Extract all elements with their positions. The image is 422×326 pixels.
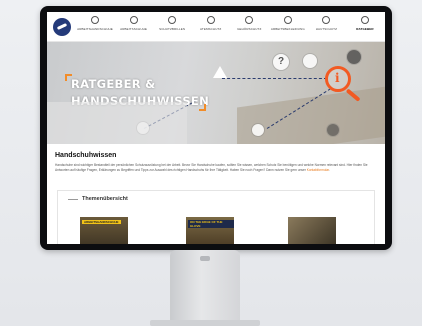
nav-item-schutzbrillen[interactable]: SCHUTZBRILLEN bbox=[156, 16, 188, 40]
topics-header: Themenübersicht bbox=[68, 196, 128, 202]
glove-icon bbox=[303, 54, 317, 68]
nav-item-atemschutz[interactable]: ATEMSCHUTZ bbox=[195, 16, 227, 40]
mask-icon bbox=[206, 16, 215, 24]
nav-label: HAUTSCHUTZ bbox=[315, 27, 338, 31]
intro-text-end: . bbox=[329, 168, 330, 172]
grid-icon bbox=[327, 124, 339, 136]
question-icon: ? bbox=[273, 54, 289, 70]
topics-title: Themenübersicht bbox=[82, 196, 128, 202]
info-icon: i bbox=[335, 71, 340, 85]
website-screen: ARBEITSHANDSCHUHE ARBEITSSCHUHE SCHUTZBR… bbox=[47, 12, 385, 244]
nav-items: ARBEITSHANDSCHUHE ARBEITSSCHUHE SCHUTZBR… bbox=[77, 16, 381, 40]
nav-item-gehoerschutz[interactable]: GEHÖRSCHUTZ bbox=[233, 16, 265, 40]
nav-label: SCHUTZBRILLEN bbox=[159, 27, 186, 31]
topic-card[interactable] bbox=[288, 217, 336, 244]
nav-label: GEHÖRSCHUTZ bbox=[237, 27, 262, 31]
top-navigation: ARBEITSHANDSCHUHE ARBEITSSCHUHE SCHUTZBR… bbox=[47, 12, 385, 42]
topic-card[interactable]: ON THE EDGE OF THE GLOVE bbox=[186, 217, 234, 244]
temperature-icon bbox=[137, 122, 149, 134]
hand-icon bbox=[322, 16, 331, 24]
nav-label: ARBEITSBEKLEIDUNG bbox=[270, 27, 305, 31]
nav-label: ATEMSCHUTZ bbox=[200, 27, 222, 31]
hero-title: RATGEBER & HANDSCHUHWISSEN bbox=[71, 76, 211, 110]
intro-text: Handschuhe sind wichtiger Bestandteil de… bbox=[55, 163, 377, 173]
monitor-frame: ARBEITSHANDSCHUHE ARBEITSSCHUHE SCHUTZBR… bbox=[40, 6, 392, 250]
nav-label: RATGEBER bbox=[356, 27, 374, 31]
shoe-icon bbox=[129, 16, 138, 24]
glasses-icon bbox=[168, 16, 177, 24]
flag-icon bbox=[347, 50, 361, 64]
ear-icon bbox=[245, 16, 254, 24]
hero-banner: RATGEBER & HANDSCHUHWISSEN ? i bbox=[47, 42, 385, 144]
hand-icon bbox=[252, 124, 264, 136]
brand-logo[interactable] bbox=[53, 18, 71, 36]
hero-title-line: HANDSCHUHWISSEN bbox=[71, 94, 209, 108]
nav-label: ARBEITSHANDSCHUHE bbox=[77, 27, 113, 31]
topic-card[interactable]: ARBEITSHANDSCHUHE bbox=[80, 217, 128, 244]
glove-icon bbox=[91, 16, 99, 24]
magnifier-handle bbox=[345, 88, 361, 102]
nav-item-arbeitshandschuhe[interactable]: ARBEITSHANDSCHUHE bbox=[77, 16, 113, 40]
monitor-stand-base bbox=[150, 320, 260, 326]
contact-link[interactable]: Kontaktformular bbox=[307, 168, 329, 172]
connector-line bbox=[222, 78, 327, 79]
nav-item-hautschutz[interactable]: HAUTSCHUTZ bbox=[310, 16, 342, 40]
nav-item-ratgeber[interactable]: RATGEBER bbox=[349, 16, 381, 40]
title-bracket bbox=[199, 104, 206, 111]
topic-tag: ARBEITSHANDSCHUHE bbox=[82, 220, 121, 224]
nav-item-arbeitsschuhe[interactable]: ARBEITSSCHUHE bbox=[118, 16, 150, 40]
nav-label: ARBEITSSCHUHE bbox=[120, 27, 147, 31]
hero-title-line: RATGEBER & bbox=[71, 77, 156, 91]
page-title: Handschuhwissen bbox=[55, 152, 117, 159]
nav-item-arbeitsbekleidung[interactable]: ARBEITSBEKLEIDUNG bbox=[270, 16, 305, 40]
warning-icon bbox=[213, 66, 227, 78]
connector-line bbox=[266, 88, 331, 129]
shirt-icon bbox=[283, 16, 292, 24]
book-icon bbox=[360, 16, 369, 24]
monitor-stand bbox=[170, 250, 240, 326]
divider bbox=[68, 198, 78, 200]
topic-tag: ON THE EDGE OF THE GLOVE bbox=[188, 220, 234, 228]
topics-section: Themenübersicht ARBEITSHANDSCHUHE ON THE… bbox=[57, 190, 375, 244]
